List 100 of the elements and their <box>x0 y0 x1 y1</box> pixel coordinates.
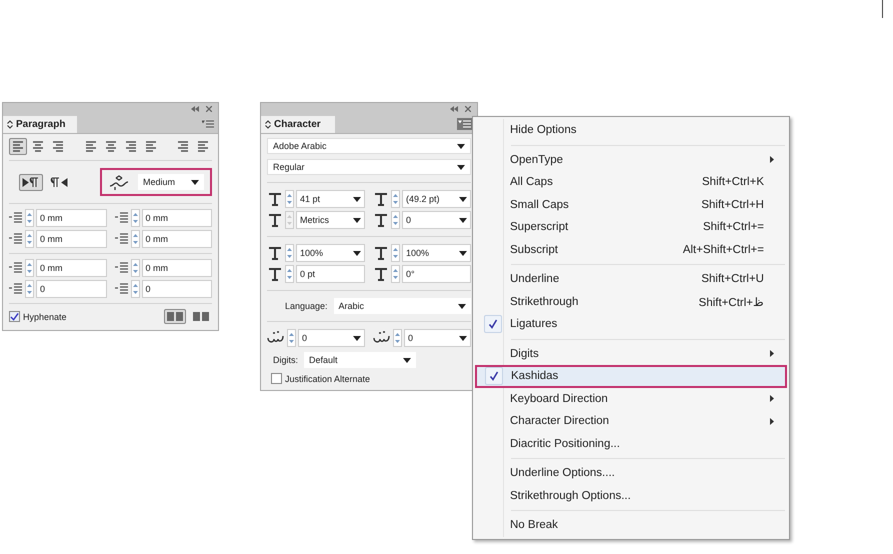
combo-field[interactable]: 0 <box>402 211 471 229</box>
spin-button[interactable] <box>25 259 34 277</box>
spin-button[interactable] <box>130 280 140 298</box>
spacing-icon <box>9 283 23 295</box>
caret-icon <box>459 250 467 256</box>
menu-item[interactable]: Small Caps Shift+Ctrl+H <box>475 194 787 216</box>
style-dropdown[interactable]: Regular <box>267 159 471 175</box>
caret-icon <box>457 144 465 148</box>
caret-icon <box>458 304 466 308</box>
input-field[interactable]: 0 mm <box>36 230 106 248</box>
spin-button[interactable] <box>25 230 34 248</box>
spin-button[interactable] <box>130 209 140 227</box>
combo-field[interactable]: 41 pt <box>296 190 365 208</box>
shortcut-text: Shift+Ctrl+= <box>702 221 764 234</box>
caret-icon <box>459 336 467 340</box>
spacing-icon <box>9 212 23 224</box>
spin-button[interactable] <box>287 329 296 347</box>
close-icon[interactable] <box>465 106 471 112</box>
input-field[interactable]: 0 pt <box>296 265 365 283</box>
menu-item[interactable]: Underline Options.... <box>475 462 787 484</box>
combo-field[interactable]: 0 <box>404 329 471 347</box>
up-down-icon <box>7 120 13 129</box>
shortcut-text: Shift+Ctrl+H <box>701 198 764 211</box>
digits-label: Digits: <box>273 355 298 365</box>
spacing-icon <box>114 233 128 245</box>
up-down-icon <box>265 120 271 129</box>
input-field[interactable]: 0° <box>402 265 471 283</box>
spacing-icon <box>9 233 23 245</box>
menu-item[interactable]: Underline Shift+Ctrl+U <box>475 268 787 290</box>
combo-field[interactable]: (49.2 pt) <box>402 190 471 208</box>
caret-icon <box>353 196 361 202</box>
panel-tab[interactable]: Paragraph <box>3 116 77 133</box>
spin-button[interactable] <box>285 244 294 262</box>
input-field[interactable]: 0 <box>142 280 212 298</box>
spin-button[interactable] <box>391 265 400 283</box>
spacing-icon <box>114 262 128 274</box>
input-field[interactable]: 0 mm <box>36 259 106 277</box>
menu-item[interactable]: Keyboard Direction <box>475 388 787 410</box>
digits-dropdown[interactable]: Default <box>304 352 416 368</box>
collapse-icon[interactable] <box>450 106 458 112</box>
shortcut-text: Shift+Ctrl+ظ <box>698 296 764 309</box>
type-setting-icon <box>373 267 389 281</box>
input-field[interactable]: 0 mm <box>142 259 212 277</box>
menu-item[interactable]: Character Direction <box>475 410 787 432</box>
close-icon[interactable] <box>206 106 212 112</box>
menu-item[interactable]: OpenType <box>475 148 787 171</box>
shortcut-text: Shift+Ctrl+K <box>702 176 764 188</box>
caret-icon <box>457 164 465 170</box>
font-dropdown[interactable]: Adobe Arabic <box>267 138 471 154</box>
combo-field[interactable]: 0 <box>298 329 365 347</box>
input-field[interactable]: 0 mm <box>36 209 106 227</box>
checkbox[interactable] <box>271 373 282 384</box>
spin-button[interactable] <box>130 259 140 277</box>
menu-item[interactable]: No Break <box>475 514 787 536</box>
input-field[interactable]: 0 mm <box>142 230 212 248</box>
language-dropdown[interactable]: Arabic <box>334 298 471 314</box>
input-field[interactable]: 0 mm <box>142 209 212 227</box>
align-button[interactable] <box>9 138 27 155</box>
spin-button[interactable] <box>285 190 294 208</box>
spin-button[interactable] <box>391 211 400 229</box>
caret-icon <box>353 250 361 256</box>
direction-button[interactable] <box>19 174 43 190</box>
menu-item[interactable]: Strikethrough Options... <box>475 484 787 507</box>
caret-icon <box>191 180 199 184</box>
shortcut-text: Alt+Shift+Ctrl+= <box>682 244 764 256</box>
menu-item[interactable]: Digits <box>475 342 787 365</box>
spacing-icon <box>114 283 128 295</box>
menu-item[interactable]: Diacritic Positioning... <box>475 432 787 455</box>
combo-field[interactable]: 100% <box>402 244 471 262</box>
spin-button[interactable] <box>391 244 400 262</box>
kashida-icon <box>108 174 130 190</box>
spin-button[interactable] <box>25 280 34 298</box>
checkbox[interactable] <box>9 311 20 322</box>
menu-item[interactable]: Ligatures <box>475 313 787 336</box>
collapse-icon[interactable] <box>191 106 199 112</box>
spin-button[interactable] <box>25 209 34 227</box>
spin-button[interactable] <box>285 265 294 283</box>
caret-icon <box>353 336 361 340</box>
layout-button[interactable] <box>164 309 186 324</box>
menu-item[interactable]: All Caps Shift+Ctrl+K <box>475 171 787 194</box>
panel-tab[interactable]: Character <box>261 116 335 133</box>
panel-menu-icon[interactable] <box>457 118 473 130</box>
combo-field[interactable]: 100% <box>296 244 365 262</box>
caret-icon <box>459 218 467 222</box>
panel-menu-icon[interactable] <box>202 120 214 128</box>
checkbox-label: Hyphenate <box>23 312 67 322</box>
type-setting-icon <box>373 246 389 260</box>
spin-button[interactable] <box>393 329 402 347</box>
type-setting-icon <box>267 246 283 260</box>
menu-item[interactable]: Superscript Shift+Ctrl+= <box>475 216 787 238</box>
spin-button[interactable] <box>391 190 400 208</box>
menu-item[interactable]: Kashidas <box>475 365 787 388</box>
spacing-icon <box>114 212 128 224</box>
kashida-dropdown[interactable]: Medium <box>138 174 204 190</box>
spin-button[interactable] <box>130 230 140 248</box>
menu-item[interactable]: Hide Options <box>475 119 787 142</box>
menu-item[interactable]: Subscript Alt+Shift+Ctrl+= <box>475 238 787 261</box>
layout-button[interactable] <box>190 309 212 324</box>
input-field[interactable]: 0 <box>36 280 106 298</box>
caret-icon <box>403 358 412 362</box>
